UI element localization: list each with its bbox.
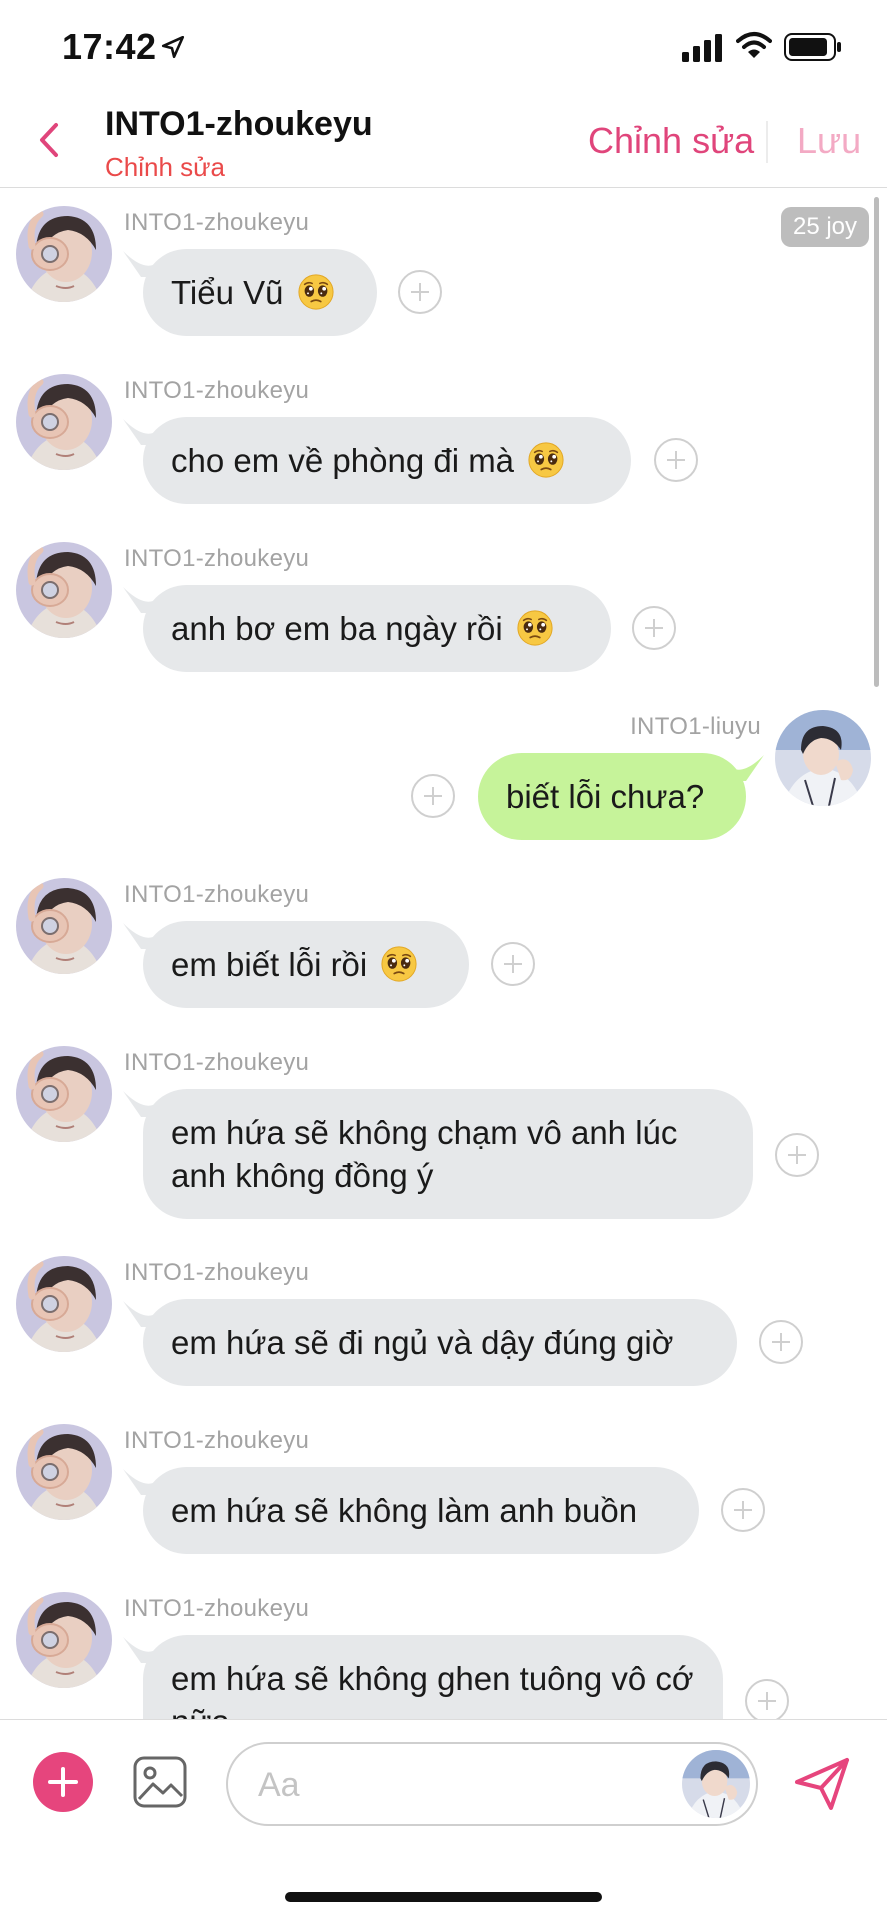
add-reaction-button[interactable] xyxy=(775,1133,819,1177)
sender-name: INTO1-zhoukeyu xyxy=(124,377,310,404)
avatar[interactable] xyxy=(16,542,112,638)
chevron-left-icon[interactable] xyxy=(30,115,70,165)
message-input-bar: Aa xyxy=(0,1719,887,1920)
message-text: Tiểu Vũ xyxy=(171,274,284,311)
send-icon[interactable] xyxy=(793,1756,851,1812)
add-reaction-button[interactable] xyxy=(721,1488,765,1532)
add-reaction-button[interactable] xyxy=(759,1320,803,1364)
avatar[interactable] xyxy=(16,878,112,974)
add-reaction-button[interactable] xyxy=(491,942,535,986)
avatar[interactable] xyxy=(16,1424,112,1520)
avatar[interactable] xyxy=(16,1046,112,1142)
message-bubble[interactable]: em hứa sẽ đi ngủ và dậy đúng giờ xyxy=(143,1299,737,1386)
sender-name: INTO1-zhoukeyu xyxy=(124,1259,310,1286)
pleading-face-emoji xyxy=(297,273,335,311)
sender-name: INTO1-zhoukeyu xyxy=(124,1427,310,1454)
time-badge: 25 joy xyxy=(781,207,869,247)
add-reaction-button[interactable] xyxy=(398,270,442,314)
avatar[interactable] xyxy=(775,710,871,806)
message-bubble[interactable]: em hứa sẽ không ghen tuông vô cớ nữa xyxy=(143,1635,723,1719)
avatar[interactable] xyxy=(16,1256,112,1352)
avatar[interactable] xyxy=(16,1592,112,1688)
message-input-placeholder: Aa xyxy=(258,1766,300,1804)
message-text: em hứa sẽ không chạm vô anh lúc anh khôn… xyxy=(171,1114,678,1194)
edit-button[interactable]: Chỉnh sửa xyxy=(588,120,754,162)
cellular-signal-icon xyxy=(682,34,722,62)
sender-name: INTO1-zhoukeyu xyxy=(124,545,310,572)
message-bubble[interactable]: em hứa sẽ không làm anh buồn xyxy=(143,1467,699,1554)
message-text: em hứa sẽ không ghen tuông vô cớ nữa xyxy=(171,1660,694,1719)
sender-name: INTO1-liuyu xyxy=(630,713,761,740)
message-input[interactable]: Aa xyxy=(226,1742,758,1826)
add-reaction-button[interactable] xyxy=(411,774,455,818)
save-button[interactable]: Lưu xyxy=(797,120,861,162)
message-bubble[interactable]: em hứa sẽ không chạm vô anh lúc anh khôn… xyxy=(143,1089,753,1219)
pleading-face-emoji xyxy=(516,609,554,647)
home-indicator xyxy=(285,1892,602,1902)
sender-name: INTO1-zhoukeyu xyxy=(124,209,310,236)
message-bubble[interactable]: em biết lỗi rồi xyxy=(143,921,469,1008)
header-divider xyxy=(766,121,768,163)
avatar[interactable] xyxy=(16,206,112,302)
image-icon[interactable] xyxy=(133,1756,187,1808)
sender-name: INTO1-zhoukeyu xyxy=(124,881,310,908)
sender-name: INTO1-zhoukeyu xyxy=(124,1049,310,1076)
pleading-face-emoji xyxy=(527,441,565,479)
add-reaction-button[interactable] xyxy=(654,438,698,482)
message-bubble[interactable]: anh bơ em ba ngày rồi xyxy=(143,585,611,672)
avatar[interactable] xyxy=(16,374,112,470)
chat-subtitle: Chỉnh sửa xyxy=(105,152,226,182)
add-reaction-button[interactable] xyxy=(745,1679,789,1719)
message-bubble[interactable]: cho em về phòng đi mà xyxy=(143,417,631,504)
message-text: anh bơ em ba ngày rồi xyxy=(171,610,503,647)
pleading-face-emoji xyxy=(380,945,418,983)
status-bar: 17:42 xyxy=(0,0,887,95)
message-bubble[interactable]: Tiểu Vũ xyxy=(143,249,377,336)
status-time: 17:42 xyxy=(62,26,157,67)
message-text: biết lỗi chưa? xyxy=(506,778,705,815)
message-text: cho em về phòng đi mà xyxy=(171,442,515,479)
message-bubble[interactable]: biết lỗi chưa? xyxy=(478,753,746,840)
sender-name: INTO1-zhoukeyu xyxy=(124,1595,310,1622)
chat-title: INTO1-zhoukeyu xyxy=(105,105,373,143)
message-text: em biết lỗi rồi xyxy=(171,946,368,983)
chat-header: INTO1-zhoukeyu Chỉnh sửa Chỉnh sửa Lưu xyxy=(0,95,887,188)
message-list[interactable]: 25 joy INTO1-zhoukeyu Tiểu Vũ INTO1-zhou… xyxy=(0,189,887,1719)
plus-circle-icon[interactable] xyxy=(33,1752,93,1812)
scrollbar[interactable] xyxy=(874,197,879,687)
message-text: em hứa sẽ không làm anh buồn xyxy=(171,1492,638,1529)
sender-avatar-switch[interactable] xyxy=(682,1750,750,1818)
wifi-icon xyxy=(736,32,772,58)
location-arrow-icon xyxy=(161,35,185,59)
add-reaction-button[interactable] xyxy=(632,606,676,650)
battery-icon xyxy=(784,33,841,61)
message-text: em hứa sẽ đi ngủ và dậy đúng giờ xyxy=(171,1324,674,1361)
